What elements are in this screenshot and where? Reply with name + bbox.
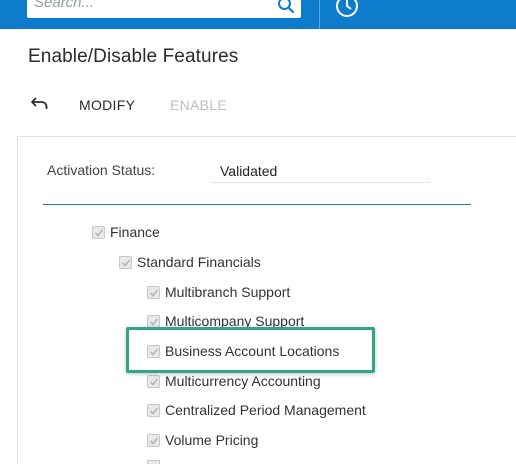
checkbox-partially-visible[interactable] [147, 460, 160, 464]
topbar-divider [319, 0, 320, 29]
activation-status-underline [212, 182, 430, 183]
feature-label: Multicurrency Accounting [165, 373, 321, 389]
feature-multibranch-support[interactable]: Multibranch Support [147, 284, 290, 300]
checkmark-icon [149, 436, 159, 445]
enable-button[interactable]: ENABLE [170, 97, 227, 113]
checkbox[interactable] [147, 285, 160, 299]
feature-label: Volume Pricing [165, 432, 259, 448]
checkbox[interactable] [147, 374, 160, 388]
checkbox[interactable] [147, 433, 160, 447]
feature-standard-financials[interactable]: Standard Financials [119, 254, 261, 270]
modify-button[interactable]: MODIFY [79, 97, 135, 113]
feature-multicurrency-accounting[interactable]: Multicurrency Accounting [147, 373, 321, 389]
checkbox[interactable] [147, 314, 160, 328]
feature-centralized-period-management[interactable]: Centralized Period Management [147, 402, 366, 418]
feature-finance[interactable]: Finance [92, 224, 160, 240]
page-title: Enable/Disable Features [28, 46, 239, 67]
checkmark-icon [149, 288, 159, 297]
activation-status-value: Validated [220, 163, 278, 179]
checkmark-icon [121, 258, 131, 267]
highlight-box [126, 327, 375, 373]
checkbox[interactable] [119, 255, 132, 269]
checkmark-icon [94, 228, 104, 237]
search-box[interactable]: Search... [27, 0, 301, 18]
feature-volume-pricing[interactable]: Volume Pricing [147, 432, 258, 448]
feature-label: Finance [110, 224, 160, 240]
search-input[interactable]: Search... [34, 0, 94, 11]
checkmark-icon [149, 317, 159, 326]
checkbox[interactable] [92, 225, 105, 239]
feature-label: Standard Financials [137, 254, 261, 270]
feature-label: Centralized Period Management [165, 402, 366, 418]
activation-status-label: Activation Status: [47, 162, 156, 178]
checkbox[interactable] [147, 403, 160, 417]
checkmark-icon [149, 377, 159, 386]
top-bar: Search... [0, 0, 516, 29]
undo-icon[interactable] [30, 95, 50, 111]
search-icon[interactable] [277, 0, 295, 14]
checkmark-icon [149, 406, 159, 415]
history-icon[interactable] [334, 0, 360, 19]
feature-label: Multibranch Support [165, 284, 291, 300]
section-separator [43, 204, 471, 205]
